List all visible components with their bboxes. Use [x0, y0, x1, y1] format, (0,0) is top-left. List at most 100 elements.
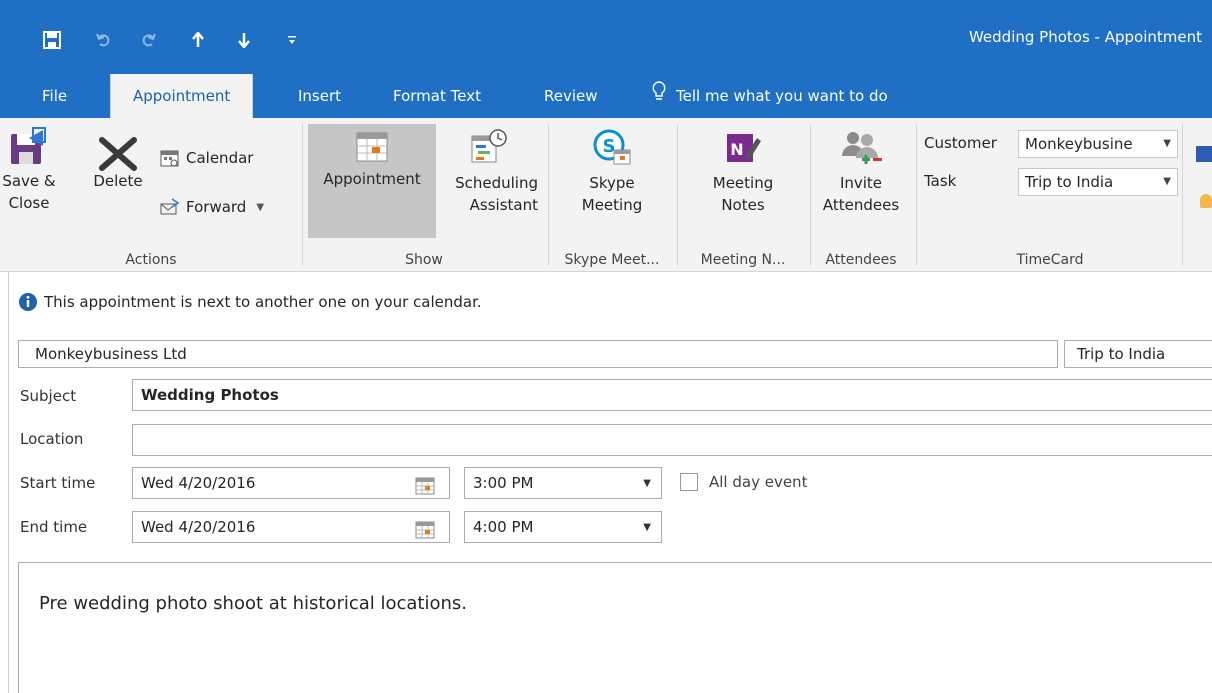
- invite-attendees-icon: [842, 132, 882, 164]
- scheduling-assistant-button[interactable]: Scheduling Assistant: [438, 124, 538, 216]
- customize-qat-icon[interactable]: [280, 28, 304, 52]
- forward-button[interactable]: Forward ▼: [160, 198, 264, 216]
- title-bar: Wedding Photos - Appointment: [0, 0, 1212, 74]
- forward-dropdown-icon[interactable]: ▼: [256, 202, 264, 213]
- onenote-icon: N: [727, 134, 761, 162]
- all-day-checkbox[interactable]: All day event: [680, 473, 807, 491]
- ribbon-separator: [916, 124, 917, 266]
- window-border: [8, 272, 9, 693]
- end-date-input[interactable]: Wed 4/20/2016: [132, 511, 450, 543]
- task-label: Task: [924, 172, 957, 190]
- group-show: Appointment Scheduling Assistant Show: [304, 118, 544, 272]
- lightbulb-icon: [652, 74, 666, 118]
- subject-label: Subject: [20, 387, 77, 405]
- bell-icon[interactable]: [1200, 194, 1212, 208]
- delete-icon: [99, 137, 137, 171]
- partial-addin-icon[interactable]: [1196, 146, 1212, 162]
- group-label-show: Show: [405, 252, 443, 268]
- start-time-value: 3:00 PM: [473, 474, 534, 492]
- skype-meeting-label: Skype Meeting: [581, 174, 643, 214]
- scheduling-assistant-icon: [471, 129, 507, 163]
- invite-attendees-label: Invite Attendees: [822, 174, 900, 214]
- save-close-label: Save & Close: [2, 172, 56, 212]
- info-bar: This appointment is next to another one …: [18, 290, 482, 314]
- customer-combo-value: Monkeybusine: [1025, 135, 1133, 153]
- group-label-skype: Skype Meet...: [564, 252, 660, 268]
- notes-text: Pre wedding photo shoot at historical lo…: [39, 593, 468, 614]
- forward-label: Forward: [186, 198, 247, 216]
- end-time-label: End time: [20, 518, 88, 536]
- location-input[interactable]: [132, 424, 1212, 456]
- group-label-attendees: Attendees: [825, 252, 897, 268]
- checkbox-box[interactable]: [680, 473, 698, 491]
- group-skype: S Skype Meeting Skype Meet...: [550, 118, 674, 272]
- calendar-button[interactable]: Calendar: [160, 148, 253, 168]
- tab-insert[interactable]: Insert: [298, 74, 341, 118]
- notes-editor[interactable]: Pre wedding photo shoot at historical lo…: [18, 562, 1212, 693]
- ribbon-separator: [302, 124, 303, 266]
- tab-format-text[interactable]: Format Text: [393, 74, 481, 118]
- calendar-label: Calendar: [186, 149, 254, 167]
- appointment-view-label: Appointment: [323, 170, 421, 188]
- svg-text:N: N: [730, 140, 743, 159]
- customer-label: Customer: [924, 134, 997, 152]
- redo-icon[interactable]: [136, 28, 160, 52]
- task-combo-value: Trip to India: [1025, 173, 1114, 191]
- info-icon: [19, 293, 37, 311]
- ribbon-separator: [548, 124, 549, 266]
- tell-me-text: Tell me what you want to do: [676, 87, 888, 105]
- info-message: This appointment is next to another one …: [44, 293, 482, 311]
- undo-icon[interactable]: [92, 28, 116, 52]
- end-time-value: 4:00 PM: [473, 518, 534, 536]
- end-date-value: Wed 4/20/2016: [141, 518, 256, 536]
- meeting-notes-label: Meeting Notes: [712, 174, 774, 214]
- chevron-down-icon: ▼: [643, 522, 651, 533]
- save-close-button[interactable]: Save & Close: [0, 124, 58, 214]
- calendar-picker-icon[interactable]: [415, 519, 435, 542]
- arrow-down-icon[interactable]: [232, 28, 256, 52]
- subject-input[interactable]: Wedding Photos: [132, 379, 1212, 411]
- invite-attendees-button[interactable]: Invite Attendees: [816, 124, 906, 216]
- start-date-input[interactable]: Wed 4/20/2016: [132, 467, 450, 499]
- customer-field[interactable]: Monkeybusiness Ltd: [18, 340, 1058, 368]
- tab-file[interactable]: File: [42, 74, 67, 118]
- customer-combo[interactable]: Monkeybusine ▼: [1018, 130, 1178, 158]
- group-label-timecard: TimeCard: [1016, 252, 1084, 268]
- ribbon-separator: [1182, 124, 1183, 266]
- ribbon-separator: [810, 124, 811, 266]
- skype-icon: S: [593, 129, 631, 165]
- tab-review[interactable]: Review: [544, 74, 598, 118]
- calendar-small-icon: [160, 150, 179, 167]
- quick-access-toolbar: [0, 0, 320, 78]
- start-date-value: Wed 4/20/2016: [141, 474, 256, 492]
- window-title: Wedding Photos - Appointment: [968, 28, 1202, 46]
- group-attendees: Invite Attendees Attendees: [812, 118, 910, 272]
- skype-meeting-button[interactable]: S Skype Meeting: [560, 124, 664, 216]
- end-time-select[interactable]: 4:00 PM ▼: [464, 511, 662, 543]
- delete-label: Delete: [93, 172, 143, 190]
- scheduling-assistant-label: Scheduling Assistant: [455, 174, 538, 214]
- meeting-notes-button[interactable]: N Meeting Notes: [693, 124, 793, 216]
- start-time-select[interactable]: 3:00 PM ▼: [464, 467, 662, 499]
- save-icon[interactable]: [40, 28, 64, 52]
- chevron-down-icon: ▼: [1163, 176, 1171, 187]
- tab-appointment[interactable]: Appointment: [110, 74, 254, 118]
- ribbon: Save & Close Delete Calendar Forward ▼ A…: [0, 118, 1212, 272]
- task-combo[interactable]: Trip to India ▼: [1018, 168, 1178, 196]
- group-timecard: Customer Monkeybusine ▼ Task Trip to Ind…: [918, 118, 1182, 272]
- delete-button[interactable]: Delete: [88, 124, 148, 192]
- group-meeting-notes: N Meeting Notes Meeting N...: [679, 118, 807, 272]
- arrow-up-icon[interactable]: [186, 28, 210, 52]
- tell-me-search[interactable]: Tell me what you want to do: [652, 74, 888, 118]
- location-label: Location: [20, 430, 84, 448]
- chevron-down-icon: ▼: [643, 478, 651, 489]
- appointment-view-button[interactable]: Appointment: [308, 124, 436, 238]
- task-field[interactable]: Trip to India: [1064, 340, 1212, 368]
- group-label-meeting-notes: Meeting N...: [700, 252, 786, 268]
- forward-icon: [160, 198, 180, 215]
- calendar-picker-icon[interactable]: [415, 475, 435, 498]
- save-close-icon: [11, 127, 46, 164]
- all-day-label: All day event: [709, 473, 808, 491]
- chevron-down-icon: ▼: [1163, 138, 1171, 149]
- start-time-label: Start time: [20, 474, 96, 492]
